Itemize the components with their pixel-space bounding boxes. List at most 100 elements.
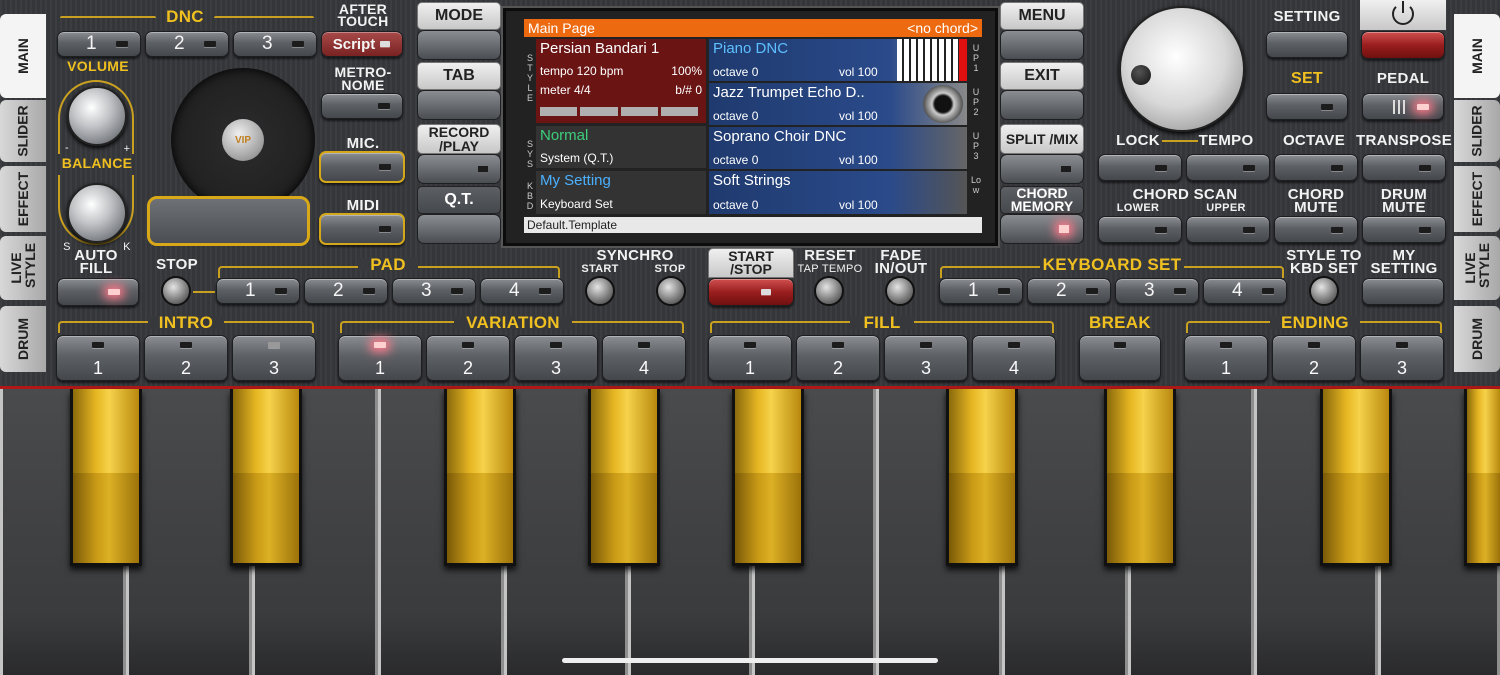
menu-label[interactable]: MENU — [1000, 2, 1084, 30]
pad-button-2[interactable]: 2 — [304, 278, 388, 304]
pad-button-1[interactable]: 1 — [216, 278, 300, 304]
style-to-kbd-knob[interactable] — [1309, 276, 1339, 306]
record-play-label[interactable]: RECORD /PLAY — [417, 124, 501, 154]
variation-button-3[interactable]: 3 — [514, 335, 598, 381]
mode-label-button[interactable]: MODE — [417, 2, 501, 30]
script-button[interactable]: Script — [321, 31, 403, 57]
fill-button-3[interactable]: 3 — [884, 335, 968, 381]
menu-button[interactable] — [1000, 30, 1084, 60]
record-play-button[interactable] — [417, 154, 501, 184]
start-stop-button[interactable] — [708, 278, 794, 306]
transpose-button[interactable] — [1362, 154, 1446, 181]
my-setting-button[interactable] — [1362, 278, 1444, 305]
exit-button[interactable] — [1000, 90, 1084, 120]
ending-button-3[interactable]: 3 — [1360, 335, 1444, 381]
variation-button-4[interactable]: 4 — [602, 335, 686, 381]
home-indicator[interactable] — [562, 658, 938, 663]
midi-button[interactable] — [319, 213, 405, 245]
chord-scan-upper-button[interactable] — [1186, 216, 1270, 243]
tempo-button[interactable] — [1186, 154, 1270, 181]
tab-left-slider[interactable]: SLIDER — [0, 100, 46, 162]
ending-button-1[interactable]: 1 — [1184, 335, 1268, 381]
tab-right-slider[interactable]: SLIDER — [1454, 100, 1500, 162]
lock-button[interactable] — [1098, 154, 1182, 181]
power-button[interactable] — [1361, 31, 1445, 59]
tab-right-drum[interactable]: DRUM — [1454, 306, 1500, 372]
synchro-start-knob[interactable] — [585, 276, 615, 306]
drum-mute-button[interactable] — [1362, 216, 1446, 243]
tab-left-drum[interactable]: DRUM — [0, 306, 46, 372]
style-cell[interactable]: Persian Bandari 1 tempo 120 bpm 100% met… — [536, 39, 706, 123]
black-key[interactable] — [444, 389, 516, 566]
split-mix-label[interactable]: SPLIT /MIX — [1000, 124, 1084, 154]
fill-button-1[interactable]: 1 — [708, 335, 792, 381]
kbd-cell[interactable]: My Setting Keyboard Set — [536, 171, 706, 214]
variation-button-2[interactable]: 2 — [426, 335, 510, 381]
qt-button[interactable] — [417, 214, 501, 244]
black-key[interactable] — [230, 389, 302, 566]
voice-up1[interactable]: Piano DNC octave 0 vol 100 — [709, 39, 967, 81]
intro-button-2[interactable]: 2 — [144, 335, 228, 381]
chord-memory-label[interactable]: CHORD MEMORY — [1000, 186, 1084, 214]
mode-button[interactable] — [417, 30, 501, 60]
auto-fill-button[interactable] — [57, 278, 139, 306]
voice-low[interactable]: Soft Strings octave 0 vol 100 — [709, 171, 967, 214]
setting-button[interactable] — [1266, 31, 1348, 58]
pedal-button[interactable] — [1362, 93, 1444, 120]
tab-left-main[interactable]: MAIN — [0, 14, 46, 98]
octave-button[interactable] — [1274, 154, 1358, 181]
voice-octave: octave 0 — [713, 153, 759, 167]
tab-left-effect[interactable]: EFFECT — [0, 166, 46, 232]
dnc-button-3[interactable]: 3 — [233, 31, 317, 57]
qt-label[interactable]: Q.T. — [417, 186, 501, 214]
voice-up3[interactable]: Soprano Choir DNC octave 0 vol 100 — [709, 127, 967, 169]
voice-up2[interactable]: Jazz Trumpet Echo D.. octave 0 vol 100 — [709, 83, 967, 125]
volume-knob[interactable] — [67, 86, 127, 146]
sys-cell[interactable]: Normal System (Q.T.) — [536, 126, 706, 168]
black-key[interactable] — [1104, 389, 1176, 566]
break-button[interactable] — [1079, 335, 1161, 381]
kbd-set-button-1[interactable]: 1 — [939, 278, 1023, 304]
black-key[interactable] — [70, 389, 142, 566]
kbd-set-button-4[interactable]: 4 — [1203, 278, 1287, 304]
black-key[interactable] — [946, 389, 1018, 566]
kbd-set-button-2[interactable]: 2 — [1027, 278, 1111, 304]
black-key[interactable] — [1320, 389, 1392, 566]
tab-label-button[interactable]: TAB — [417, 62, 501, 90]
synchro-stop-knob[interactable] — [656, 276, 686, 306]
mic-button[interactable] — [319, 151, 405, 183]
exit-label[interactable]: EXIT — [1000, 62, 1084, 90]
metronome-button[interactable] — [321, 93, 403, 119]
reset-knob[interactable] — [814, 276, 844, 306]
pad-button-4[interactable]: 4 — [480, 278, 564, 304]
black-key[interactable] — [732, 389, 804, 566]
chord-scan-lower-button[interactable] — [1098, 216, 1182, 243]
tab-right-effect[interactable]: EFFECT — [1454, 166, 1500, 232]
fill-button-2[interactable]: 2 — [796, 335, 880, 381]
tab-left-live-style[interactable]: LIVE STYLE — [0, 236, 46, 300]
chord-memory-button[interactable] — [1000, 214, 1084, 244]
kbd-set-button-3[interactable]: 3 — [1115, 278, 1199, 304]
tab-right-live-style[interactable]: LIVE STYLE — [1454, 236, 1500, 300]
chord-mute-button[interactable] — [1274, 216, 1358, 243]
variation-button-1[interactable]: 1 — [338, 335, 422, 381]
stop-knob[interactable] — [161, 276, 191, 306]
pad-button-3[interactable]: 3 — [392, 278, 476, 304]
split-mix-button[interactable] — [1000, 154, 1084, 184]
balance-knob[interactable] — [67, 183, 127, 243]
set-button[interactable] — [1266, 93, 1348, 120]
start-stop-label[interactable]: START /STOP — [708, 248, 794, 278]
pitch-pad[interactable] — [147, 196, 310, 246]
data-wheel[interactable] — [1119, 6, 1245, 132]
black-key[interactable] — [1464, 389, 1500, 566]
ending-button-2[interactable]: 2 — [1272, 335, 1356, 381]
dnc-button-1[interactable]: 1 — [57, 31, 141, 57]
dnc-button-2[interactable]: 2 — [145, 31, 229, 57]
intro-button-1[interactable]: 1 — [56, 335, 140, 381]
tab-right-main[interactable]: MAIN — [1454, 14, 1500, 98]
fill-button-4[interactable]: 4 — [972, 335, 1056, 381]
tab-button[interactable] — [417, 90, 501, 120]
black-key[interactable] — [588, 389, 660, 566]
intro-button-3[interactable]: 3 — [232, 335, 316, 381]
fade-knob[interactable] — [885, 276, 915, 306]
